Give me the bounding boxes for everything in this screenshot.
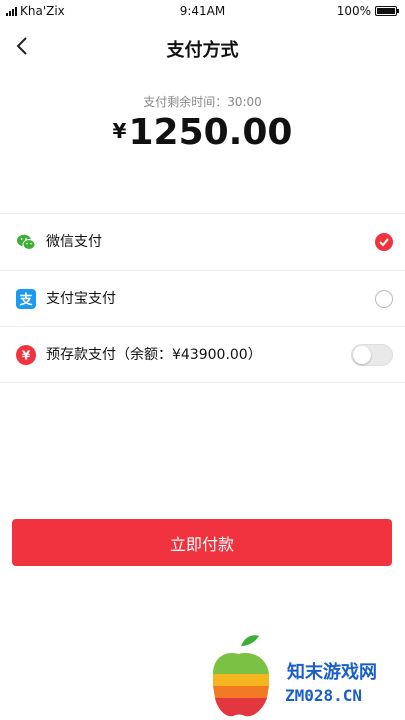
svg-text:支: 支 (18, 292, 33, 308)
payment-countdown: 支付剩余时间：30:00 (143, 95, 262, 109)
pay-now-button[interactable]: 立即付款 (12, 519, 392, 566)
page-title: 支付方式 (166, 40, 239, 61)
pay-method-deposit[interactable]: ¥ 预存款支付（余额：¥43900.00） (0, 329, 405, 381)
battery-icon (375, 6, 399, 16)
payment-amount: ¥1250.00 (0, 112, 405, 153)
divider (0, 213, 405, 214)
pay-method-wechat[interactable]: 微信支付 (0, 216, 405, 268)
divider (0, 382, 405, 383)
alipay-icon: 支 (16, 289, 36, 309)
watermark-title: 知末游戏网 (287, 662, 377, 683)
divider (0, 270, 405, 271)
check-icon (379, 238, 389, 247)
wallet-icon: ¥ (16, 345, 36, 365)
wechat-icon (17, 234, 36, 250)
svg-text:¥: ¥ (22, 349, 31, 363)
navigation-bar: 支付方式 (0, 26, 405, 66)
currency-symbol: ¥ (112, 119, 127, 143)
divider (0, 326, 405, 327)
watermark: 知末游戏网 ZM028.CN (205, 628, 405, 720)
status-bar: Kha'Zix 9:41AM 100% (0, 0, 405, 22)
battery-percent: 100% (336, 4, 371, 18)
radio-checked[interactable] (375, 233, 393, 251)
watermark-url: ZM028.CN (285, 686, 363, 705)
toggle-knob (353, 346, 371, 364)
radio-unchecked[interactable] (375, 290, 393, 308)
pay-method-alipay[interactable]: 支 支付宝支付 (0, 273, 405, 325)
pay-method-label: 预存款支付（余额：¥43900.00） (46, 347, 262, 363)
pay-method-label: 微信支付 (46, 234, 102, 250)
balance-toggle[interactable] (351, 344, 393, 366)
apple-logo-icon (213, 635, 269, 717)
amount-value: 1250.00 (128, 112, 293, 153)
pay-method-label: 支付宝支付 (46, 291, 116, 307)
status-right: 100% (336, 4, 399, 18)
